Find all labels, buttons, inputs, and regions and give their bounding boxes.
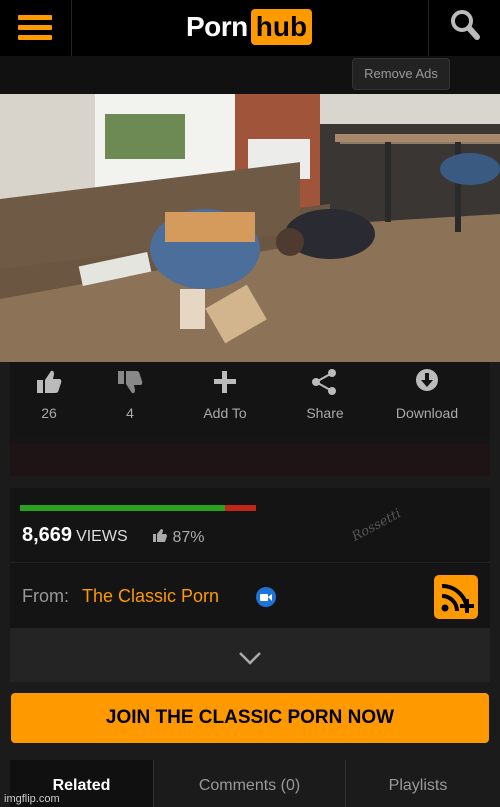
menu-icon-bar: [18, 25, 52, 30]
imgflip-watermark: imgflip.com: [4, 793, 60, 805]
top-header: Porn hub: [0, 0, 500, 56]
subscribe-rss-icon: [441, 584, 474, 613]
share-button[interactable]: Share: [290, 368, 360, 421]
download-label: Download: [395, 405, 459, 421]
video-player[interactable]: [0, 94, 500, 362]
rating-value: 87%: [172, 529, 205, 546]
thumbs-up-icon: [153, 529, 167, 542]
from-label: From:: [22, 586, 69, 606]
thumbs-down-icon: [118, 371, 143, 394]
search-icon: [451, 10, 480, 40]
search-button[interactable]: [428, 0, 500, 56]
rating-bar: [20, 505, 256, 511]
view-count-number: 8,669: [22, 524, 73, 546]
dislike-button[interactable]: 4: [115, 368, 145, 421]
view-count-label: VIEWS: [76, 528, 128, 545]
tab-comments[interactable]: Comments (0): [154, 760, 345, 807]
join-channel-button[interactable]: JOIN THE CLASSIC PORN NOW: [11, 693, 489, 743]
download-icon: [416, 369, 438, 391]
video-stats: 8,669 VIEWS 87% Rossetti: [10, 488, 490, 562]
site-logo[interactable]: Porn hub: [186, 8, 313, 46]
channel-row: From: The Classic Porn: [10, 562, 490, 628]
verified-camera-glyph: [260, 594, 272, 601]
menu-icon-bar: [18, 35, 52, 40]
watermark: Rossetti: [349, 506, 404, 545]
verified-icon: [256, 587, 276, 607]
remove-ads-button[interactable]: Remove Ads: [352, 58, 450, 90]
ad-banner-slot: [10, 444, 490, 476]
video-frame-image: [0, 94, 500, 362]
subscribe-button[interactable]: [434, 575, 478, 619]
share-icon: [312, 369, 336, 395]
add-to-label: Add To: [203, 405, 247, 421]
plus-icon: [214, 371, 236, 393]
chevron-down-icon: [239, 652, 261, 665]
menu-button[interactable]: [0, 0, 72, 56]
like-count: 26: [41, 405, 57, 421]
menu-icon: [18, 15, 52, 20]
tab-bar: Related Comments (0) Playlists: [10, 760, 490, 807]
add-to-button[interactable]: Add To: [190, 368, 260, 421]
share-label: Share: [306, 405, 344, 421]
expand-details-button[interactable]: [10, 628, 490, 682]
like-button[interactable]: 26: [34, 368, 64, 421]
view-count: 8,669 VIEWS: [22, 524, 128, 547]
dislike-count: 4: [126, 405, 134, 421]
tab-playlists[interactable]: Playlists: [346, 760, 490, 807]
download-button[interactable]: Download: [382, 368, 472, 421]
logo-text-left: Porn: [186, 11, 248, 42]
rating-bar-positive: [20, 505, 226, 511]
channel-link[interactable]: The Classic Porn: [82, 586, 219, 607]
rating-percent: 87%: [152, 528, 204, 547]
thumbs-up-icon: [37, 370, 62, 393]
logo-text-right: hub: [250, 9, 313, 45]
video-actions: 26 4 Add To Share Download: [10, 362, 490, 438]
